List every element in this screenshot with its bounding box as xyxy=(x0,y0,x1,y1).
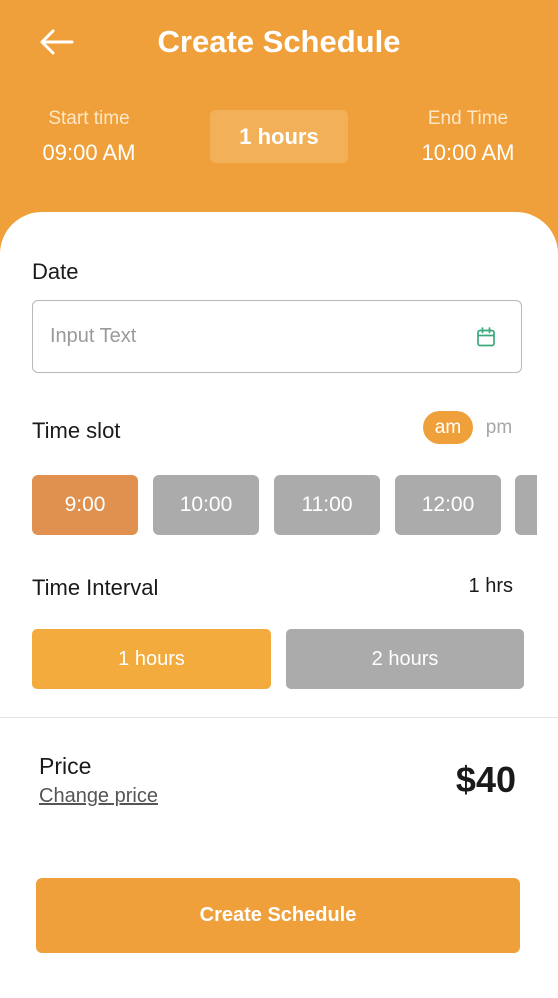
time-interval-value: 1 hrs xyxy=(468,575,513,597)
end-time-value: 10:00 AM xyxy=(421,140,515,165)
time-slot-label: Time slot xyxy=(32,418,121,443)
am-toggle[interactable]: am xyxy=(423,411,473,444)
start-time-label: Start time xyxy=(48,108,130,129)
time-slot-12-00[interactable]: 12:00 xyxy=(395,475,501,535)
time-slot-9-00[interactable]: 9:00 xyxy=(32,475,138,535)
calendar-icon[interactable] xyxy=(475,326,497,348)
duration-badge: 1 hours xyxy=(210,110,348,163)
pm-toggle[interactable]: pm xyxy=(476,411,522,444)
price-label: Price xyxy=(39,753,92,779)
time-slot-11-00[interactable]: 11:00 xyxy=(274,475,380,535)
start-time-value: 09:00 AM xyxy=(42,140,136,165)
interval-2-hours-button[interactable]: 2 hours xyxy=(286,629,524,689)
date-input[interactable]: Input Text xyxy=(32,300,522,373)
time-slot-overflow[interactable] xyxy=(515,475,537,535)
end-time-label: End Time xyxy=(427,108,509,129)
interval-1-hours-button[interactable]: 1 hours xyxy=(32,629,271,689)
time-interval-label: Time Interval xyxy=(32,575,159,600)
time-slot-10-00[interactable]: 10:00 xyxy=(153,475,259,535)
date-label: Date xyxy=(32,259,79,284)
date-input-placeholder: Input Text xyxy=(50,325,137,347)
create-schedule-button[interactable]: Create Schedule xyxy=(36,878,520,953)
divider xyxy=(0,717,558,718)
price-value: $40 xyxy=(455,759,516,800)
end-time: End Time 10:00 AM xyxy=(408,106,528,167)
page-title: Create Schedule xyxy=(157,24,401,59)
change-price-link[interactable]: Change price xyxy=(39,784,158,808)
start-time: Start time 09:00 AM xyxy=(30,106,148,167)
